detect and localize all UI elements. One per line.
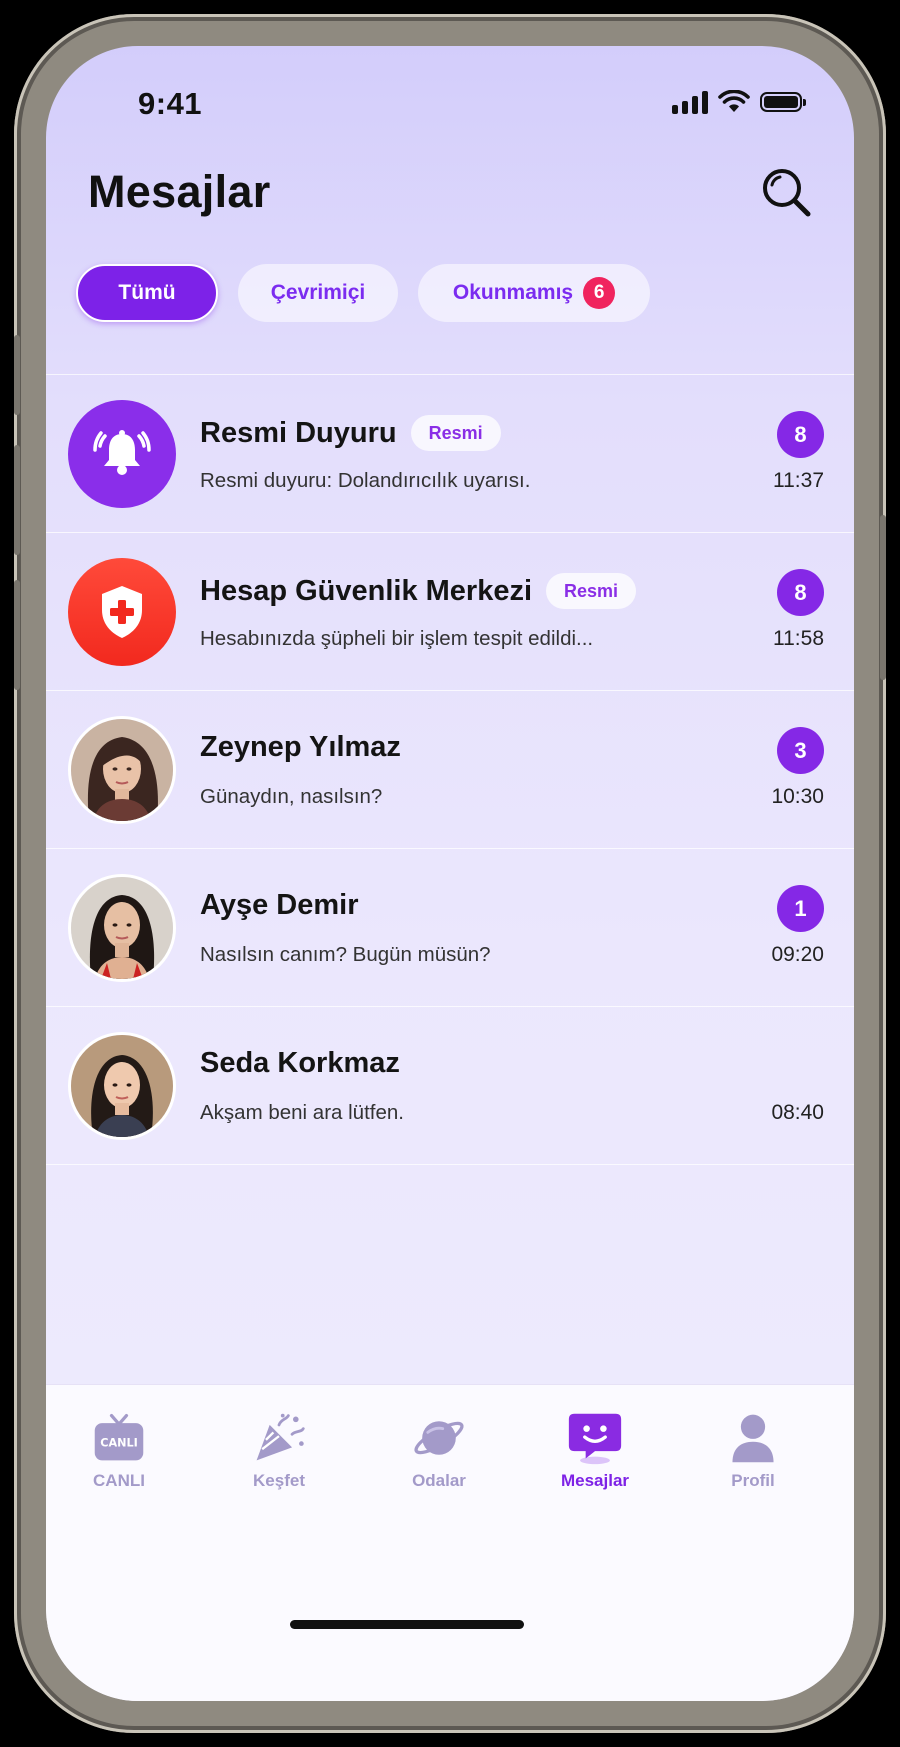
conversation-name-text: Resmi Duyuru bbox=[200, 416, 397, 449]
unread-badge: 3 bbox=[777, 727, 824, 774]
nav-label: CANLI bbox=[93, 1471, 145, 1490]
status-time: 9:41 bbox=[138, 86, 203, 121]
unread-badge: 8 bbox=[777, 411, 824, 458]
page-title: Mesajlar bbox=[88, 166, 271, 217]
shield-icon bbox=[102, 586, 142, 638]
message-time: 09:20 bbox=[771, 943, 824, 966]
conversation-name: Zeynep Yılmaz bbox=[200, 731, 401, 764]
nav-discover[interactable]: Keşfet bbox=[224, 1411, 334, 1491]
nav-label: Keşfet bbox=[253, 1471, 305, 1490]
bell-icon bbox=[93, 430, 151, 475]
status-icons bbox=[672, 90, 806, 114]
phone-side-button bbox=[14, 335, 20, 415]
conversation-row[interactable]: Seda Korkmaz Akşam beni ara lütfen. 08:4… bbox=[46, 1007, 854, 1165]
avatar bbox=[68, 716, 176, 824]
message-time: 11:37 bbox=[773, 469, 824, 492]
wifi-icon bbox=[718, 90, 750, 112]
tab-unread-label: Okunmamış bbox=[452, 281, 574, 304]
bottom-nav: CANLI CANLI Keşfet Odalar Mesajlar Profi… bbox=[46, 1384, 854, 1701]
unread-badge: 8 bbox=[777, 569, 824, 616]
tab-all-label: Tümü bbox=[118, 281, 176, 304]
conversation-name: Ayşe Demir bbox=[200, 889, 359, 922]
phone-volume-down-button bbox=[14, 580, 20, 690]
nav-label: Mesajlar bbox=[560, 1471, 630, 1490]
cellular-signal-icon bbox=[672, 90, 708, 114]
message-preview: Resmi duyuru: Dolandırıcılık uyarısı. bbox=[200, 469, 531, 492]
nav-messages[interactable]: Mesajlar bbox=[540, 1411, 650, 1491]
nav-live[interactable]: CANLI CANLI bbox=[64, 1411, 174, 1491]
message-preview: Hesabınızda şüpheli bir işlem tespit edi… bbox=[200, 627, 594, 650]
conversation-row[interactable]: Ayşe Demir Nasılsın canım? Bugün müsün? … bbox=[46, 849, 854, 1007]
avatar bbox=[68, 1032, 176, 1140]
home-indicator[interactable] bbox=[290, 1620, 524, 1629]
conversation-row[interactable]: Resmi Duyuru Resmi Resmi duyuru: Dolandı… bbox=[46, 375, 854, 533]
unread-count-badge: 6 bbox=[583, 277, 616, 309]
profile-photo bbox=[71, 719, 173, 821]
conversation-name: Resmi Duyuru Resmi bbox=[200, 415, 501, 451]
nav-rooms[interactable]: Odalar bbox=[384, 1411, 494, 1491]
unread-badge: 1 bbox=[777, 885, 824, 932]
party-popper-icon bbox=[251, 1411, 307, 1465]
tab-all[interactable]: Tümü bbox=[76, 264, 218, 322]
nav-profile[interactable]: Profil bbox=[698, 1411, 808, 1491]
profile-photo bbox=[71, 1035, 173, 1137]
conversation-name-text: Zeynep Yılmaz bbox=[200, 731, 401, 763]
planet-icon bbox=[411, 1411, 467, 1465]
conversation-row[interactable]: Hesap Güvenlik Merkezi Resmi Hesabınızda… bbox=[46, 533, 854, 691]
conversation-name-text: Ayşe Demir bbox=[200, 889, 359, 921]
search-icon bbox=[763, 169, 811, 217]
tab-online-label: Çevrimiçi bbox=[270, 281, 366, 304]
nav-label: Odalar bbox=[412, 1471, 466, 1490]
conversation-list: Resmi Duyuru Resmi Resmi duyuru: Dolandı… bbox=[46, 374, 854, 1165]
tv-screen-text: CANLI bbox=[100, 1436, 138, 1449]
conversation-name-text: Hesap Güvenlik Merkezi bbox=[200, 574, 533, 607]
message-preview: Nasılsın canım? Bugün müsün? bbox=[200, 943, 491, 966]
official-tag: Resmi bbox=[546, 573, 637, 609]
conversation-name: Seda Korkmaz bbox=[200, 1047, 400, 1080]
search-button[interactable] bbox=[758, 164, 814, 220]
announcement-avatar bbox=[68, 400, 176, 508]
battery-icon bbox=[760, 92, 806, 112]
message-time: 10:30 bbox=[771, 785, 824, 808]
conversation-name: Hesap Güvenlik Merkezi Resmi bbox=[200, 573, 637, 609]
official-tag: Resmi bbox=[410, 415, 501, 451]
security-avatar bbox=[68, 558, 176, 666]
message-time: 08:40 bbox=[771, 1101, 824, 1124]
message-time: 11:58 bbox=[773, 627, 824, 650]
live-tv-icon: CANLI bbox=[91, 1411, 147, 1465]
message-preview: Akşam beni ara lütfen. bbox=[200, 1101, 404, 1124]
avatar bbox=[68, 874, 176, 982]
filter-tabs: Tümü Çevrimiçi Okunmamış 6 bbox=[76, 264, 650, 322]
person-icon bbox=[725, 1411, 781, 1465]
conversation-name-text: Seda Korkmaz bbox=[200, 1047, 400, 1079]
tab-unread[interactable]: Okunmamış 6 bbox=[418, 264, 650, 322]
phone-volume-up-button bbox=[14, 445, 20, 555]
tab-online[interactable]: Çevrimiçi bbox=[238, 264, 398, 322]
phone-power-button bbox=[880, 515, 886, 680]
message-preview: Günaydın, nasılsın? bbox=[200, 785, 383, 808]
chat-smile-icon bbox=[567, 1411, 623, 1465]
profile-photo bbox=[71, 877, 173, 979]
app-screen: 9:41 Mesajlar Tümü Çevrimiçi Okunmamış 6 bbox=[46, 46, 854, 1701]
conversation-row[interactable]: Zeynep Yılmaz Günaydın, nasılsın? 3 10:3… bbox=[46, 691, 854, 849]
nav-label: Profil bbox=[731, 1471, 775, 1490]
